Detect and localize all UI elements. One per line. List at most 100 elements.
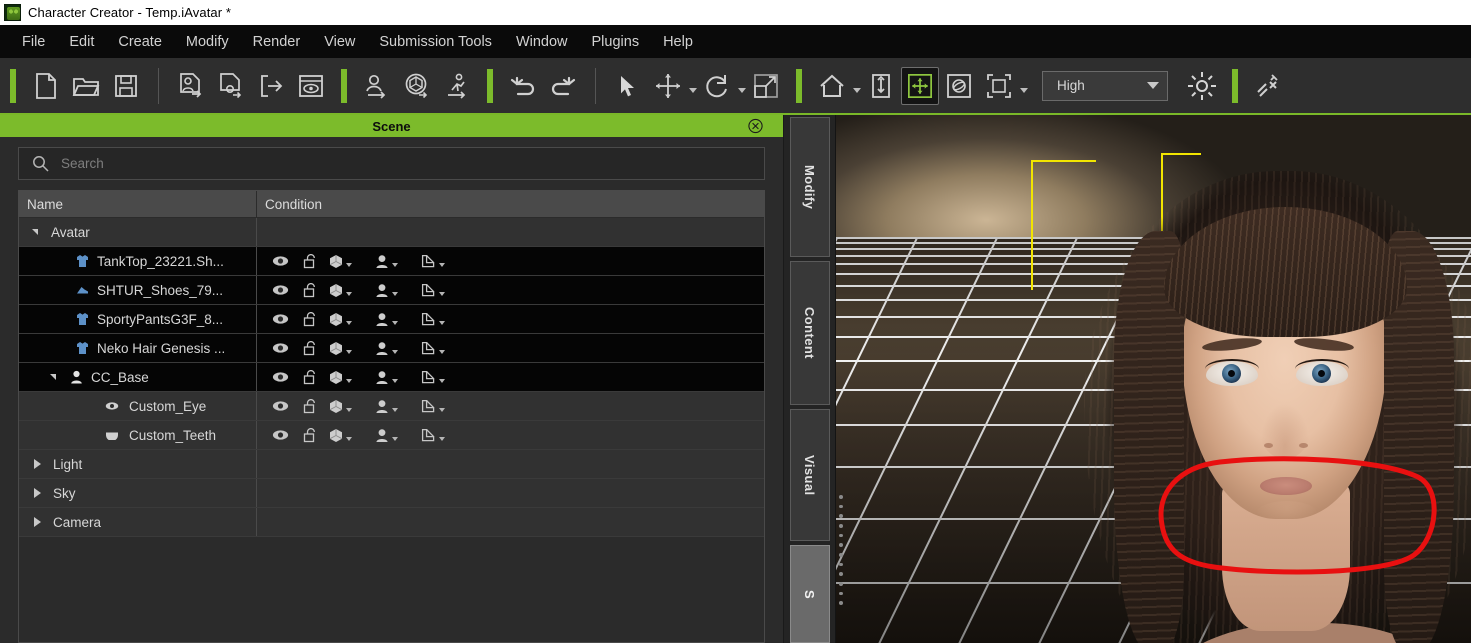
mesh-cube-icon[interactable] — [325, 341, 371, 356]
menu-create[interactable]: Create — [106, 30, 174, 54]
expander-right-icon[interactable] — [29, 517, 45, 527]
mesh-cube-icon[interactable] — [325, 283, 371, 298]
mesh-cube-icon[interactable] — [325, 312, 371, 327]
eye-visibility-icon[interactable] — [265, 284, 295, 296]
save-floppy-icon[interactable] — [106, 66, 146, 106]
unlock-padlock-icon[interactable] — [295, 311, 325, 327]
eye-visibility-icon[interactable] — [265, 371, 295, 383]
preview-window-icon[interactable] — [291, 66, 331, 106]
eye-visibility-icon[interactable] — [265, 400, 295, 412]
menu-edit[interactable]: Edit — [57, 30, 106, 54]
rotate-icon[interactable] — [697, 66, 737, 106]
mesh-cube-icon[interactable] — [325, 399, 371, 414]
expander-down-icon[interactable] — [45, 374, 61, 380]
menu-modify[interactable]: Modify — [174, 30, 241, 54]
character-bust-icon[interactable] — [371, 341, 417, 356]
tree-row-sky[interactable]: Sky — [19, 479, 764, 508]
character-bust-icon[interactable] — [371, 428, 417, 443]
shape-node-icon[interactable] — [417, 254, 463, 269]
move-icon[interactable] — [648, 66, 688, 106]
pan-camera-icon[interactable] — [901, 66, 939, 105]
motion-puppet-icon[interactable] — [1248, 66, 1288, 106]
quality-select[interactable]: High — [1042, 70, 1168, 101]
scale-icon[interactable] — [746, 66, 786, 106]
zoom-frame-group[interactable] — [979, 66, 1028, 106]
fit-height-icon[interactable] — [861, 66, 901, 106]
menu-file[interactable]: File — [10, 30, 57, 54]
home-icon[interactable] — [812, 66, 852, 106]
orbit-camera-icon[interactable] — [939, 66, 979, 106]
unlock-padlock-icon[interactable] — [295, 253, 325, 269]
shape-node-icon[interactable] — [417, 399, 463, 414]
character-bust-icon[interactable] — [371, 370, 417, 385]
undo-arrow-icon[interactable] — [503, 66, 543, 106]
create-avatar-icon[interactable] — [357, 66, 397, 106]
character-bust-icon[interactable] — [371, 312, 417, 327]
menu-window[interactable]: Window — [504, 30, 580, 54]
tree-row-camera[interactable]: Camera — [19, 508, 764, 537]
tab-smart[interactable]: S — [789, 545, 830, 643]
chevron-down-icon[interactable] — [1147, 82, 1159, 89]
tree-row-cc-base[interactable]: CC_Base — [19, 363, 764, 392]
unlock-padlock-icon[interactable] — [295, 340, 325, 356]
move-dropdown-caret[interactable] — [689, 88, 697, 93]
tab-visual[interactable]: Visual — [789, 408, 830, 542]
shape-node-icon[interactable] — [417, 283, 463, 298]
menu-help[interactable]: Help — [651, 30, 705, 54]
expander-right-icon[interactable] — [29, 459, 45, 469]
tree-row-custom-eye[interactable]: Custom_Eye — [19, 392, 764, 421]
character-bust-icon[interactable] — [371, 254, 417, 269]
zoom-frame-dropdown-caret[interactable] — [1020, 88, 1028, 93]
menu-submission-tools[interactable]: Submission Tools — [367, 30, 504, 54]
character-avatar[interactable] — [1084, 171, 1471, 643]
new-document-icon[interactable] — [26, 66, 66, 106]
rotate-dropdown-caret[interactable] — [738, 88, 746, 93]
menu-render[interactable]: Render — [241, 30, 313, 54]
unlock-padlock-icon[interactable] — [295, 369, 325, 385]
search-input[interactable] — [61, 156, 764, 171]
expander-down-icon[interactable] — [27, 229, 43, 235]
export-icon[interactable] — [251, 66, 291, 106]
mesh-cube-icon[interactable] — [325, 370, 371, 385]
tree-row-shoes[interactable]: SHTUR_Shoes_79... — [19, 276, 764, 305]
move-tool-group[interactable] — [648, 66, 697, 106]
tree-row-neko-hair[interactable]: Neko Hair Genesis ... — [19, 334, 764, 363]
zoom-frame-icon[interactable] — [979, 66, 1019, 106]
create-prop-icon[interactable] — [397, 66, 437, 106]
open-folder-icon[interactable] — [66, 66, 106, 106]
close-circle-icon[interactable] — [748, 118, 763, 134]
shape-node-icon[interactable] — [417, 428, 463, 443]
mesh-cube-icon[interactable] — [325, 254, 371, 269]
eye-visibility-icon[interactable] — [265, 429, 295, 441]
unlock-padlock-icon[interactable] — [295, 282, 325, 298]
character-bust-icon[interactable] — [371, 283, 417, 298]
eye-visibility-icon[interactable] — [265, 342, 295, 354]
import-motion-icon[interactable] — [211, 66, 251, 106]
tree-row-light[interactable]: Light — [19, 450, 764, 479]
shape-node-icon[interactable] — [417, 370, 463, 385]
eye-visibility-icon[interactable] — [265, 255, 295, 267]
menu-view[interactable]: View — [312, 30, 367, 54]
eye-visibility-icon[interactable] — [265, 313, 295, 325]
rotate-tool-group[interactable] — [697, 66, 746, 106]
tab-content[interactable]: Content — [789, 261, 830, 405]
menu-plugins[interactable]: Plugins — [580, 30, 652, 54]
sun-light-icon[interactable] — [1182, 66, 1222, 106]
home-dropdown-caret[interactable] — [853, 88, 861, 93]
shape-node-icon[interactable] — [417, 341, 463, 356]
character-bust-icon[interactable] — [371, 399, 417, 414]
mesh-cube-icon[interactable] — [325, 428, 371, 443]
tree-row-tanktop[interactable]: TankTop_23221.Sh... — [19, 247, 764, 276]
tree-row-avatar[interactable]: Avatar — [19, 218, 764, 247]
unlock-padlock-icon[interactable] — [295, 427, 325, 443]
expander-right-icon[interactable] — [29, 488, 45, 498]
create-motion-icon[interactable] — [437, 66, 477, 106]
unlock-padlock-icon[interactable] — [295, 398, 325, 414]
select-cursor-icon[interactable] — [608, 66, 648, 106]
redo-arrow-icon[interactable] — [543, 66, 583, 106]
tab-modify[interactable]: Modify — [789, 117, 830, 257]
3d-viewport[interactable] — [836, 115, 1471, 643]
shape-node-icon[interactable] — [417, 312, 463, 327]
tree-row-sportypants[interactable]: SportyPantsG3F_8... — [19, 305, 764, 334]
import-character-icon[interactable] — [171, 66, 211, 106]
